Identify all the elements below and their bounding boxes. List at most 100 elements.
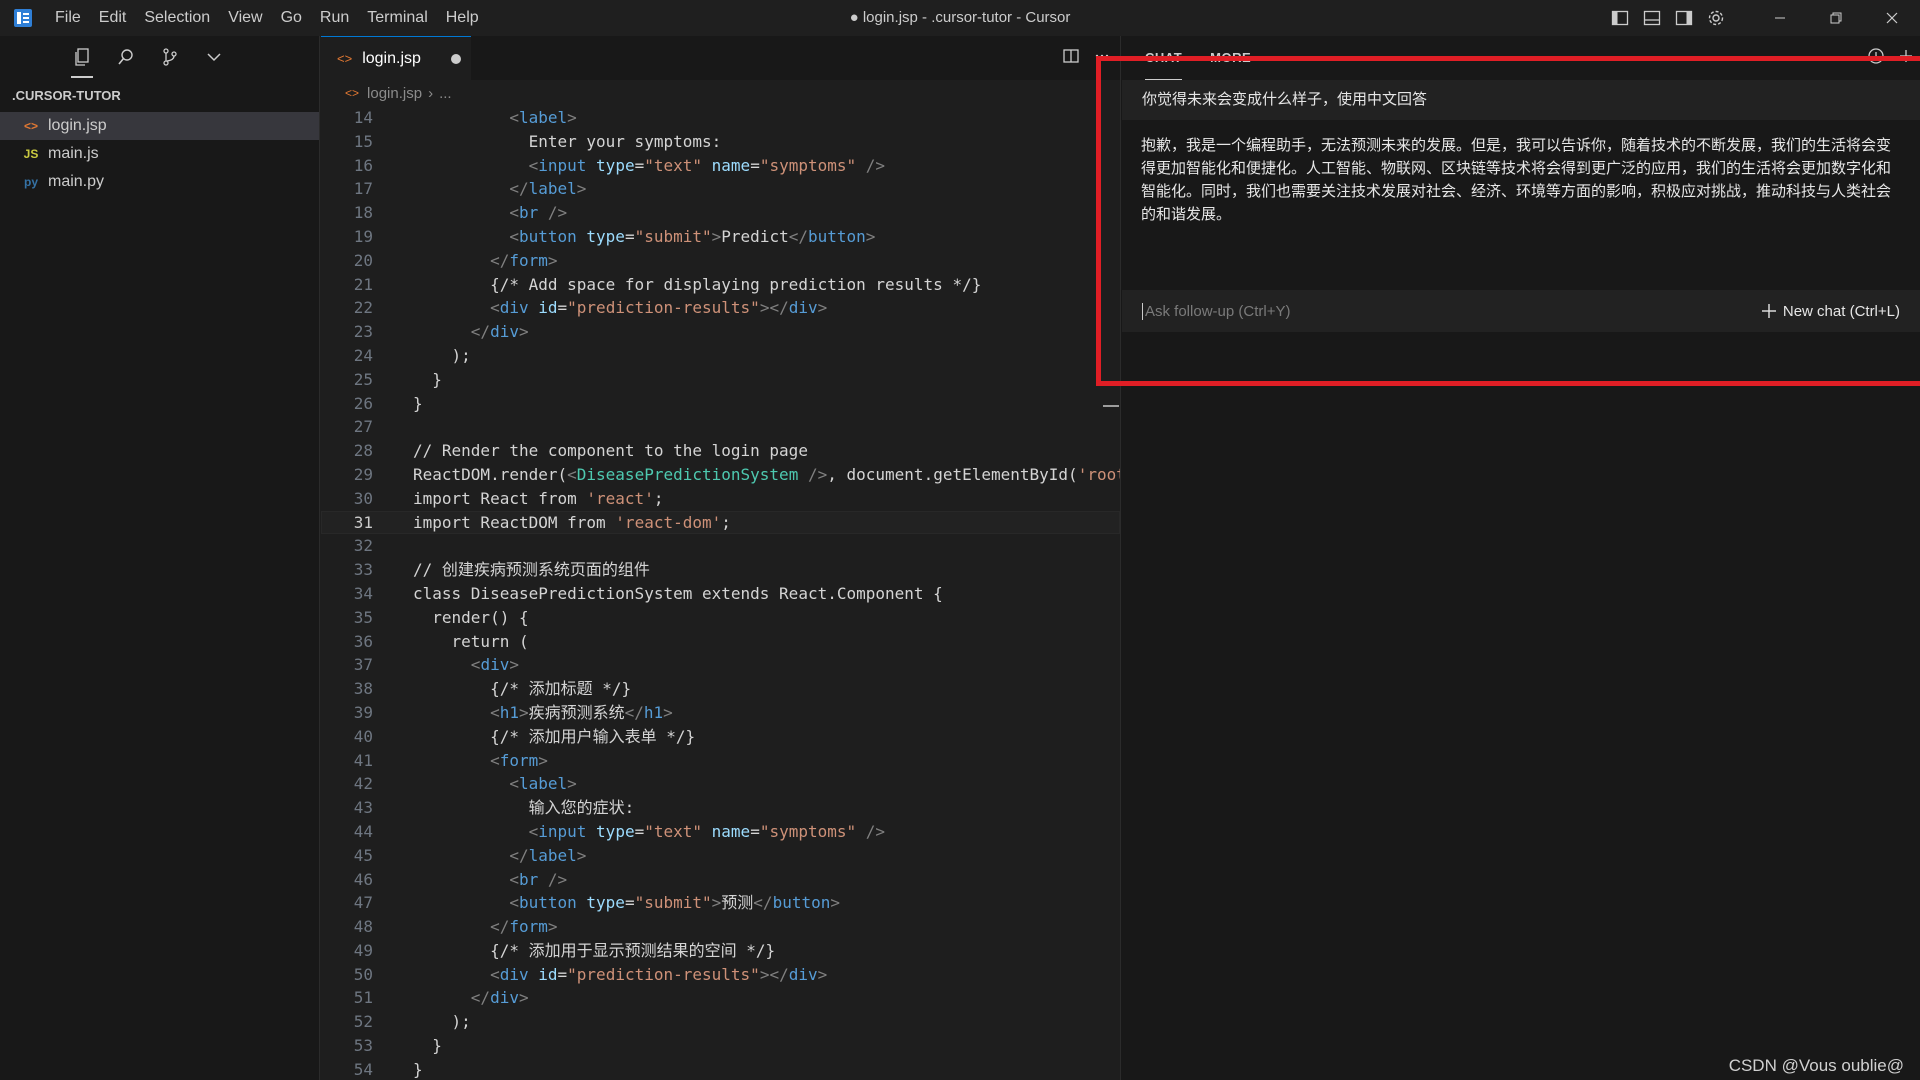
code-line[interactable]: 36 return ( [321,630,1120,654]
file-list: <> login.jsp JS main.js py main.py [0,112,319,196]
followup-input[interactable] [1142,302,1642,320]
menu-file[interactable]: File [46,0,90,36]
new-chat-button[interactable]: New chat (Ctrl+L) [1761,303,1900,320]
code-line[interactable]: 38 {/* 添加标题 */} [321,677,1120,701]
file-name: login.jsp [48,117,107,134]
code-line[interactable]: 53 } [321,1034,1120,1058]
code-line[interactable]: 26} [321,392,1120,416]
toggle-panel-icon[interactable] [1636,0,1668,36]
code-text: <label> [509,108,577,127]
toggle-secondary-sidebar-icon[interactable] [1668,0,1700,36]
more-actions-icon[interactable] [1094,48,1110,69]
editor-actions [1062,36,1110,80]
unsaved-dot-icon[interactable] [450,53,461,64]
ai-response: 抱歉，我是一个编程助手，无法预测未来的发展。但是，我可以告诉你，随着技术的不断发… [1141,137,1892,223]
code-line[interactable]: 46 <br /> [321,868,1120,892]
line-number: 39 [353,702,373,722]
code-text: <br /> [509,869,568,889]
history-icon[interactable] [1866,46,1886,71]
code-line[interactable]: 54} [321,1058,1120,1080]
code-line[interactable]: 15 Enter your symptoms: [321,130,1120,154]
code-line[interactable]: 23 </div> [321,320,1120,344]
code-line[interactable]: 31 import ReactDOM from 'react-dom'; [321,510,1120,535]
line-number: 22 [353,298,373,318]
code-line[interactable]: 27 [321,415,1120,439]
code-line[interactable]: 17 </label> [321,177,1120,201]
menu-go[interactable]: Go [272,0,311,36]
code-line[interactable]: 41 <form> [321,749,1120,773]
code-line[interactable]: 21 {/* Add space for displaying predicti… [321,273,1120,297]
code-line[interactable]: 35 render() { [321,606,1120,630]
line-number: 40 [353,726,373,746]
minimize-button[interactable] [1752,0,1808,36]
settings-gear-icon[interactable] [1700,0,1732,36]
minimap-scroll-marker[interactable] [1103,405,1119,407]
code-line[interactable]: 51 </div> [321,986,1120,1010]
line-number: 23 [353,322,373,342]
code-line[interactable]: 24 ); [321,344,1120,368]
code-line[interactable]: 19 <button type="submit">Predict</button… [321,225,1120,249]
code-line[interactable]: 32 [321,534,1120,558]
split-editor-icon[interactable] [1062,47,1080,70]
menu-edit[interactable]: Edit [90,0,136,36]
code-line[interactable]: 25 } [321,368,1120,392]
toggle-primary-sidebar-icon[interactable] [1604,0,1636,36]
restore-button[interactable] [1808,0,1864,36]
code-line[interactable]: 37 <div> [321,653,1120,677]
tab-more[interactable]: MORE [1210,36,1251,80]
code-line[interactable]: 18 <br /> [321,201,1120,225]
code-line[interactable]: 29 ReactDOM.render(<DiseasePredictionSyst… [321,463,1120,487]
code-text: } [413,393,423,413]
code-line[interactable]: 34 class DiseasePredictionSystem extends … [321,582,1120,606]
code-line[interactable]: 45 </label> [321,844,1120,868]
line-number: 50 [353,964,373,984]
line-number: 14 [353,108,373,127]
file-item[interactable]: <> login.jsp [0,112,319,140]
code-line[interactable]: 33 // 创建疾病预测系统页面的组件 [321,558,1120,582]
file-item[interactable]: py main.py [0,168,319,196]
code-line[interactable]: 43 输入您的症状: [321,796,1120,820]
code-line[interactable]: 30 import React from 'react'; [321,487,1120,511]
code-line[interactable]: 16 <input type="text" name="symptoms" /> [321,154,1120,178]
editor-group: <> login.jsp <> login.jsp › ... 14 <labe… [321,36,1120,1080]
code-line[interactable]: 28 // Render the component to the login p… [321,439,1120,463]
source-control-icon[interactable] [155,42,185,72]
line-number: 35 [353,607,373,627]
code-line[interactable]: 14 <label> [321,106,1120,130]
menu-view[interactable]: View [219,0,271,36]
file-item[interactable]: JS main.js [0,140,319,168]
code-text: return ( [413,631,529,651]
line-number: 16 [353,155,373,175]
code-text: <div id="prediction-results"></div> [490,298,828,318]
search-icon[interactable] [111,42,141,72]
breadcrumb-file[interactable]: login.jsp [367,85,422,102]
tab-login-jsp[interactable]: <> login.jsp [321,36,471,80]
code-line[interactable]: 42 <label> [321,772,1120,796]
menu-help[interactable]: Help [437,0,488,36]
add-icon[interactable] [1898,48,1914,69]
menu-selection[interactable]: Selection [135,0,219,36]
close-window-button[interactable] [1864,0,1920,36]
code-line[interactable]: 52 ); [321,1010,1120,1034]
code-line[interactable]: 47 <button type="submit">预测</button> [321,891,1120,915]
menu-terminal[interactable]: Terminal [358,0,436,36]
code-line[interactable]: 49 {/* 添加用于显示预测结果的空间 */} [321,939,1120,963]
chat-actions [1866,36,1914,80]
code-line[interactable]: 48 </form> [321,915,1120,939]
code-line[interactable]: 40 {/* 添加用户输入表单 */} [321,725,1120,749]
code-line[interactable]: 20 </form> [321,249,1120,273]
menu-run[interactable]: Run [311,0,358,36]
code-text: <h1>疾病预测系统</h1> [490,702,673,722]
code-area[interactable]: 14 <label> 15 Enter your symptoms: 16 <inp… [321,106,1120,1080]
code-line[interactable]: 22 <div id="prediction-results"></div> [321,296,1120,320]
explorer-files-icon[interactable] [67,42,97,78]
code-text: <input type="text" name="symptoms" /> [528,155,886,175]
code-line[interactable]: 39 <h1>疾病预测系统</h1> [321,701,1120,725]
code-line[interactable]: 50 <div id="prediction-results"></div> [321,963,1120,987]
code-line[interactable]: 44 <input type="text" name="symptoms" /> [321,820,1120,844]
tab-chat[interactable]: CHAT [1145,36,1183,80]
breadcrumb-chevron-icon: › [428,84,434,102]
breadcrumb-more[interactable]: ... [439,85,452,102]
chevron-down-icon[interactable] [199,42,229,72]
